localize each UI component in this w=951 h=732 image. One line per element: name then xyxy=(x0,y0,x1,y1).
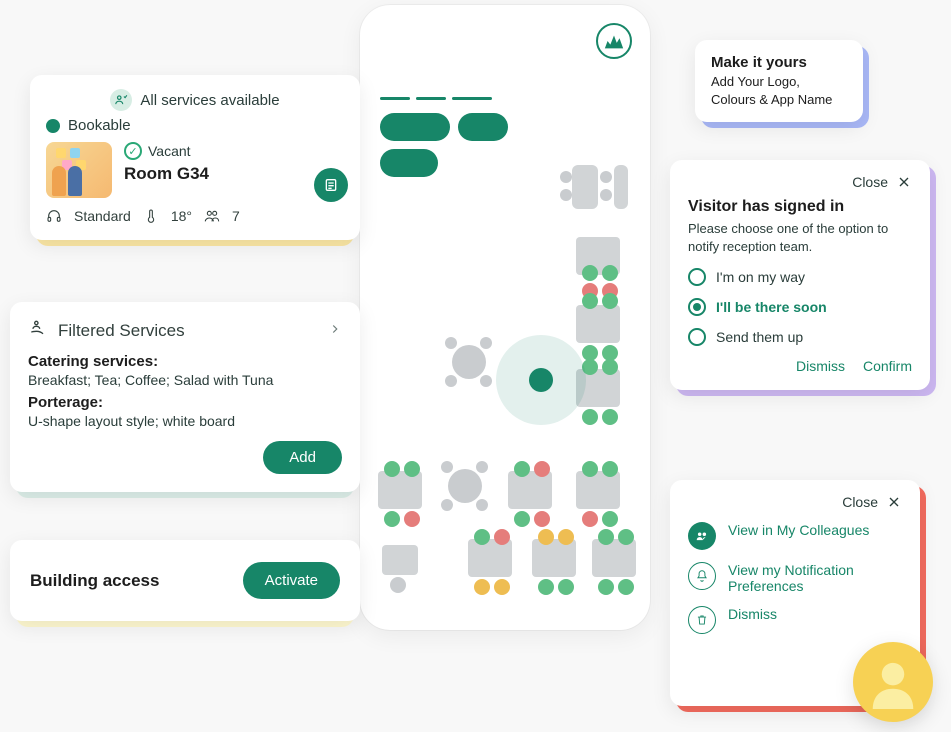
standard-label: Standard xyxy=(74,208,131,224)
activate-button[interactable]: Activate xyxy=(243,562,340,599)
room-thumbnail xyxy=(46,142,112,198)
bookable-label: Bookable xyxy=(68,117,131,134)
visitor-subtitle: Please choose one of the option to notif… xyxy=(688,220,912,256)
round-table xyxy=(452,345,486,379)
catering-text: Breakfast; Tea; Coffee; Salad with Tuna xyxy=(28,372,342,388)
vacant-label: Vacant xyxy=(148,143,191,159)
building-access-title: Building access xyxy=(30,571,159,591)
filter-pills[interactable] xyxy=(380,113,540,177)
option-label: Dismiss xyxy=(728,606,777,622)
thermometer-icon xyxy=(143,208,159,224)
services-icon xyxy=(110,89,132,111)
radio-label: Send them up xyxy=(716,329,803,345)
branding-line2: Colours & App Name xyxy=(711,91,847,109)
add-button[interactable]: Add xyxy=(263,441,342,474)
bell-icon xyxy=(688,562,716,590)
room-name: Room G34 xyxy=(124,164,209,184)
branding-title: Make it yours xyxy=(711,54,847,71)
avatar[interactable] xyxy=(853,642,933,722)
catering-label: Catering services: xyxy=(28,353,342,370)
selected-seat[interactable] xyxy=(529,368,553,392)
cabinet xyxy=(614,165,628,209)
close-icon[interactable] xyxy=(896,174,912,190)
close-icon[interactable] xyxy=(886,494,902,510)
meeting-table xyxy=(572,165,598,209)
hand-icon xyxy=(28,318,48,343)
close-label[interactable]: Close xyxy=(852,174,888,190)
skyline-logo-icon xyxy=(596,23,632,59)
trash-icon xyxy=(688,606,716,634)
chevron-right-icon[interactable] xyxy=(328,321,342,341)
porterage-label: Porterage: xyxy=(28,394,342,411)
people-icon xyxy=(204,208,220,224)
capacity-value: 7 xyxy=(232,208,240,224)
radio-label: I'm on my way xyxy=(716,269,805,285)
view-colleagues-option[interactable]: View in My Colleagues xyxy=(688,522,902,550)
option-label: View my Notification Preferences xyxy=(728,562,902,594)
close-label[interactable]: Close xyxy=(842,494,878,510)
check-icon: ✓ xyxy=(124,142,142,160)
radio-on-my-way[interactable]: I'm on my way xyxy=(688,268,912,286)
headphones-icon xyxy=(46,208,62,224)
branding-card: Make it yours Add Your Logo, Colours & A… xyxy=(695,40,863,122)
option-label: View in My Colleagues xyxy=(728,522,869,538)
services-available-label: All services available xyxy=(140,92,279,109)
bookable-status-dot xyxy=(46,119,60,133)
room-info-card: All services available Bookable ✓ Vacant… xyxy=(30,75,360,240)
filtered-title: Filtered Services xyxy=(58,321,185,341)
visitor-title: Visitor has signed in xyxy=(688,198,912,216)
notes-button[interactable] xyxy=(314,168,348,202)
filtered-services-card: Filtered Services Catering services: Bre… xyxy=(10,302,360,492)
people-icon xyxy=(688,522,716,550)
confirm-link[interactable]: Confirm xyxy=(863,358,912,374)
phone-frame xyxy=(360,5,650,630)
branding-line1: Add Your Logo, xyxy=(711,73,847,91)
visitor-signin-card: Close Visitor has signed in Please choos… xyxy=(670,160,930,390)
building-access-card: Building access Activate xyxy=(10,540,360,621)
radio-label: I'll be there soon xyxy=(716,299,827,315)
dismiss-option[interactable]: Dismiss xyxy=(688,606,902,634)
temperature-value: 18° xyxy=(171,208,192,224)
dismiss-link[interactable]: Dismiss xyxy=(796,358,845,374)
radio-be-there-soon[interactable]: I'll be there soon xyxy=(688,298,912,316)
phone-tabs xyxy=(380,97,492,100)
notification-preferences-option[interactable]: View my Notification Preferences xyxy=(688,562,902,594)
porterage-text: U-shape layout style; white board xyxy=(28,413,342,429)
radio-send-them-up[interactable]: Send them up xyxy=(688,328,912,346)
